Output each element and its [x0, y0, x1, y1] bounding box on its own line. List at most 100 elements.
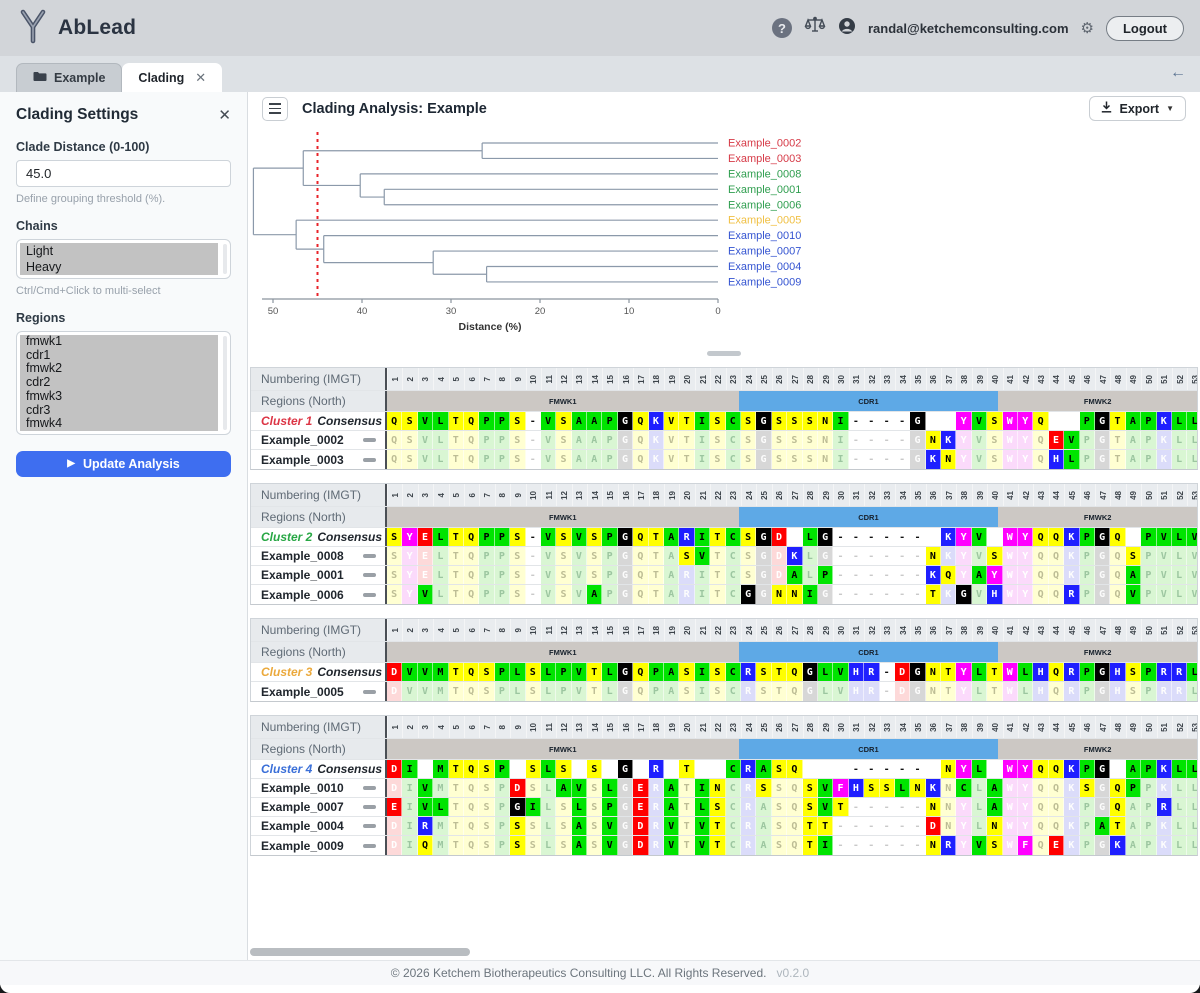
row-dash-icon[interactable] [363, 805, 376, 809]
row-dash-icon[interactable] [363, 844, 376, 848]
residue-cell: P [1080, 682, 1095, 701]
scrollbar-thumb[interactable] [250, 948, 470, 956]
row-dash-icon[interactable] [363, 573, 376, 577]
residue-cell: L [1187, 412, 1198, 430]
option-cdr3[interactable]: cdr3 [20, 404, 218, 418]
option-fmwk2[interactable]: fmwk2 [20, 362, 218, 376]
residue-cell: N [926, 663, 941, 681]
panel-resize-handle[interactable] [707, 351, 741, 356]
chains-multiselect[interactable]: LightHeavy [16, 239, 231, 279]
position-number: 48 [1110, 368, 1125, 390]
residue-cell: Q [464, 585, 479, 604]
residue-cell: W [1003, 547, 1018, 565]
option-light[interactable]: Light [20, 243, 218, 259]
sequence-name[interactable]: Example_0005 [261, 685, 344, 699]
residue-cell: L [1187, 431, 1198, 449]
position-number: 20 [679, 619, 694, 641]
residue-cell: S [526, 760, 541, 778]
residue-cell: Q [1033, 547, 1048, 565]
option-cdr1[interactable]: cdr1 [20, 349, 218, 363]
option-cdr2[interactable]: cdr2 [20, 376, 218, 390]
residue-cell: S [587, 798, 602, 816]
row-dash-icon[interactable] [363, 554, 376, 558]
sequence-name[interactable]: Example_0008 [261, 549, 344, 563]
export-button[interactable]: Export ▼ [1089, 96, 1186, 121]
residue-cell: Y [1018, 450, 1033, 469]
row-dash-icon[interactable] [363, 438, 376, 442]
residue-cell: R [864, 682, 879, 701]
clade-distance-input[interactable] [16, 160, 231, 187]
position-number: 19 [664, 484, 679, 506]
row-dash-icon[interactable] [363, 824, 376, 828]
logout-button[interactable]: Logout [1106, 16, 1184, 41]
residue-cell: A [572, 450, 587, 469]
row-dash-icon[interactable] [363, 458, 376, 462]
position-number: 13 [572, 716, 587, 738]
position-number: 3 [418, 619, 433, 641]
sequence-name[interactable]: Example_0007 [261, 800, 344, 814]
dendrogram-leaf-label[interactable]: Example_0005 [728, 215, 801, 227]
settings-close-icon[interactable]: ✕ [218, 106, 231, 124]
residue-cell: S [987, 547, 1002, 565]
sequence-name[interactable]: Example_0001 [261, 568, 344, 582]
option-fmwk4[interactable]: fmwk4 [20, 417, 218, 431]
dendrogram-leaf-label[interactable]: Example_0004 [728, 261, 801, 273]
row-dash-icon[interactable] [363, 690, 376, 694]
residue-cell: Y [956, 760, 971, 778]
dendrogram-leaf-label[interactable]: Example_0010 [728, 230, 801, 242]
residue-cell: H [1110, 663, 1125, 681]
residue-cell: - [895, 798, 910, 816]
gear-icon[interactable]: ⚙ [1081, 21, 1094, 36]
tab-example[interactable]: Example [16, 63, 122, 92]
sequence-name[interactable]: Example_0004 [261, 819, 344, 833]
dendrogram-leaf-label[interactable]: Example_0009 [728, 276, 801, 288]
row-dash-icon[interactable] [363, 786, 376, 790]
residue-cell [987, 760, 1002, 778]
residue-cell: L [541, 663, 556, 681]
position-number: 51 [1157, 368, 1172, 390]
menu-button[interactable] [262, 97, 288, 121]
dendrogram-leaf-label[interactable]: Example_0007 [728, 246, 801, 258]
tab-clading[interactable]: Clading ✕ [122, 63, 222, 92]
residue-cell: T [710, 817, 725, 835]
option-heavy[interactable]: Heavy [20, 259, 218, 275]
residue-cell: P [602, 566, 617, 584]
residue-cell: S [741, 528, 756, 546]
residue-cell: - [895, 528, 910, 546]
position-number: 19 [664, 619, 679, 641]
sequence-name[interactable]: Example_0003 [261, 453, 344, 467]
option-fmwk3[interactable]: fmwk3 [20, 390, 218, 404]
residue-cell [572, 760, 587, 778]
residue-cell: H [1049, 450, 1064, 469]
collapse-arrow-icon[interactable]: ← [1170, 64, 1186, 82]
sequence-name[interactable]: Example_0009 [261, 839, 344, 853]
main-panel: Clading Analysis: Example Export ▼ Examp… [248, 92, 1200, 960]
residue-cell: T [1110, 412, 1125, 430]
residue-cell: P [1080, 412, 1095, 430]
tab-close-icon[interactable]: ✕ [195, 70, 206, 86]
residue-cell: L [510, 663, 525, 681]
dendrogram-leaf-label[interactable]: Example_0002 [728, 138, 801, 150]
sequence-name[interactable]: Example_0006 [261, 588, 344, 602]
option-fmwk1[interactable]: fmwk1 [20, 335, 218, 349]
residue-cell: K [1064, 817, 1079, 835]
dendrogram-leaf-label[interactable]: Example_0008 [728, 168, 801, 180]
regions-multiselect[interactable]: fmwk1cdr1fmwk2cdr2fmwk3cdr3fmwk4 [16, 331, 231, 435]
residue-cell: V [818, 779, 833, 797]
residue-cell: L [818, 682, 833, 701]
position-number: 46 [1080, 619, 1095, 641]
scales-icon[interactable] [804, 16, 826, 41]
help-icon[interactable]: ? [772, 18, 792, 38]
position-number: 27 [787, 716, 802, 738]
row-dash-icon[interactable] [363, 593, 376, 597]
position-number: 37 [941, 484, 956, 506]
dendrogram-leaf-label[interactable]: Example_0006 [728, 199, 801, 211]
update-analysis-button[interactable]: ▶ Update Analysis [16, 451, 231, 477]
residue-cell: S [387, 547, 402, 565]
residue-cell: L [433, 585, 448, 604]
sequence-name[interactable]: Example_0002 [261, 433, 344, 447]
residue-cell: R [649, 798, 664, 816]
dendrogram-leaf-label[interactable]: Example_0001 [728, 184, 801, 196]
dendrogram-leaf-label[interactable]: Example_0003 [728, 153, 801, 165]
sequence-name[interactable]: Example_0010 [261, 781, 344, 795]
